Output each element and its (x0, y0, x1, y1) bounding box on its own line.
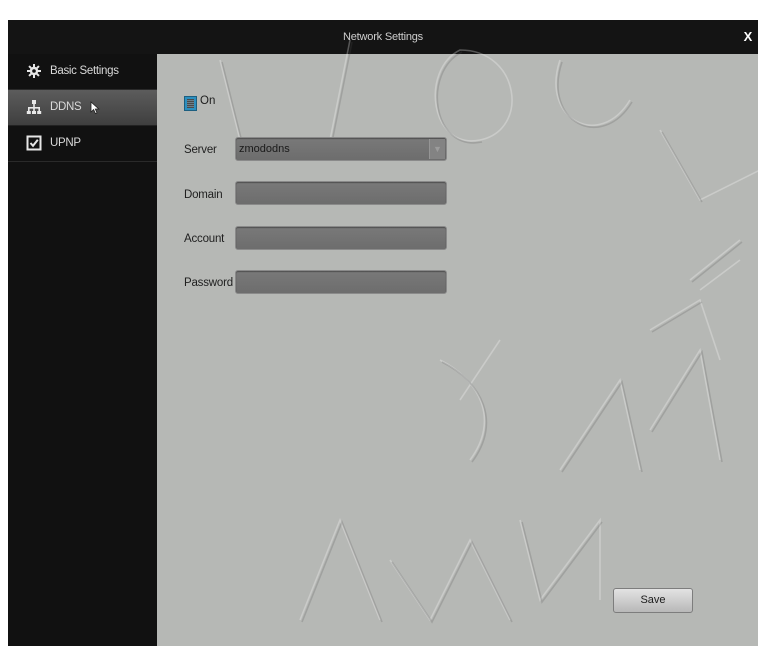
sidebar-item-upnp[interactable]: UPNP (8, 126, 157, 162)
server-select-value: zmododns (239, 143, 290, 155)
save-button[interactable]: Save (613, 588, 693, 613)
window-title: Network Settings (343, 31, 423, 43)
mouse-pointer-icon (90, 101, 100, 115)
close-button[interactable]: X (740, 25, 756, 49)
gear-icon (27, 64, 41, 78)
domain-input[interactable] (235, 181, 447, 205)
sidebar-item-basic-settings[interactable]: Basic Settings (8, 54, 157, 90)
password-input[interactable] (235, 270, 447, 294)
sidebar-item-label: UPNP (50, 137, 81, 149)
server-select[interactable]: zmododns ▼ (235, 137, 447, 161)
password-label: Password (184, 277, 233, 289)
toggle-label: On (200, 95, 216, 107)
server-label: Server (184, 144, 217, 156)
network-settings-window: Network Settings X Basic Settings DDNS U… (8, 20, 758, 646)
chevron-down-icon[interactable]: ▼ (429, 139, 445, 159)
network-icon (26, 100, 42, 114)
sidebar: Basic Settings DDNS UPNP (8, 54, 157, 646)
domain-label: Domain (184, 189, 223, 201)
sidebar-item-ddns[interactable]: DDNS (8, 90, 157, 126)
sidebar-item-label: Basic Settings (50, 65, 119, 77)
sidebar-item-label: DDNS (50, 101, 82, 113)
ddns-on-toggle[interactable] (184, 96, 197, 111)
account-label: Account (184, 233, 225, 245)
title-bar: Network Settings X (8, 20, 758, 54)
checkbox-icon (26, 135, 42, 151)
account-input[interactable] (235, 226, 447, 250)
